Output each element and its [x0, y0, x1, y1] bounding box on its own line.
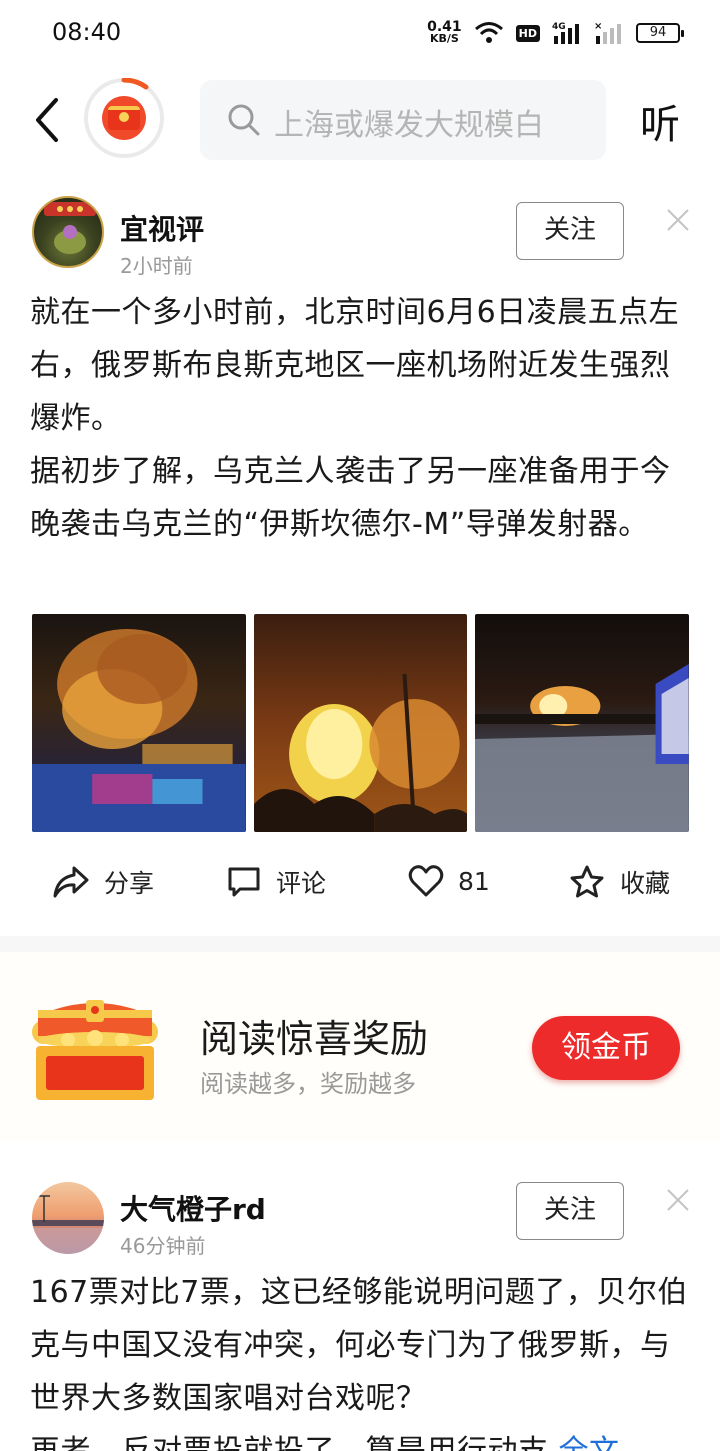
- author-avatar[interactable]: [32, 1182, 104, 1254]
- explosion-photo-icon: [32, 629, 246, 832]
- share-label: 分享: [104, 869, 155, 898]
- treasure-chest-icon: [32, 1000, 158, 1100]
- post-paragraph: 据初步了解，乌克兰人袭击了另一座准备用于今晚袭击乌克兰的“伊斯坎德尔-M”导弹发…: [30, 454, 671, 542]
- post-time: 46分钟前: [120, 1234, 206, 1258]
- post-time: 2小时前: [120, 254, 193, 278]
- follow-button[interactable]: 关注: [516, 202, 624, 260]
- reward-banner[interactable]: 阅读惊喜奖励 阅读越多，奖励越多 领金币: [0, 952, 720, 1142]
- comment-icon: [228, 867, 260, 897]
- post-image[interactable]: [475, 614, 690, 832]
- star-icon: [570, 865, 604, 898]
- follow-button[interactable]: 关注: [516, 1182, 624, 1240]
- post-image-grid: [32, 614, 690, 832]
- avatar-image-icon: [44, 202, 96, 254]
- favorite-label: 收藏: [620, 869, 671, 898]
- reward-title: 阅读惊喜奖励: [200, 1017, 429, 1061]
- close-icon[interactable]: [664, 1186, 692, 1214]
- post-paragraph: 167票对比7票，这已经够能说明问题了，贝尔伯克与中国又没有冲突，何必专门为了俄…: [30, 1275, 688, 1416]
- post-text[interactable]: 167票对比7票，这已经够能说明问题了，贝尔伯克与中国又没有冲突，何必专门为了俄…: [30, 1266, 694, 1451]
- explosion-photo-icon: [475, 664, 690, 832]
- share-button[interactable]: 分享: [52, 864, 154, 900]
- post-image[interactable]: [32, 614, 246, 832]
- author-name[interactable]: 大气橙子rd: [120, 1188, 266, 1228]
- reward-subtitle: 阅读越多，奖励越多: [200, 1070, 416, 1098]
- author-avatar[interactable]: [32, 196, 104, 268]
- comment-label: 评论: [276, 869, 327, 898]
- avatar-image-icon: [32, 1195, 104, 1254]
- read-more-link[interactable]: 全文: [559, 1434, 620, 1451]
- post-text[interactable]: 就在一个多小时前，北京时间6月6日凌晨五点左右，俄罗斯布良斯克地区一座机场附近发…: [30, 286, 694, 551]
- share-icon: [53, 866, 89, 898]
- favorite-button[interactable]: 收藏: [568, 864, 670, 900]
- like-count: 81: [458, 866, 490, 896]
- action-bar: 分享 评论 81 收藏: [0, 850, 720, 920]
- post-card: 宜视评 2小时前 关注 就在一个多小时前，北京时间6月6日凌晨五点左右，俄罗斯布…: [0, 0, 720, 936]
- comment-button[interactable]: 评论: [226, 864, 326, 900]
- section-divider: [0, 936, 720, 952]
- close-icon[interactable]: [664, 206, 692, 234]
- explosion-photo-icon: [253, 673, 468, 832]
- claim-coins-button[interactable]: 领金币: [532, 1016, 680, 1080]
- post-image[interactable]: [253, 614, 468, 832]
- author-name[interactable]: 宜视评: [120, 208, 204, 248]
- heart-icon: [408, 865, 444, 897]
- like-button[interactable]: 81: [408, 864, 490, 898]
- post-paragraph: 就在一个多小时前，北京时间6月6日凌晨五点左右，俄罗斯布良斯克地区一座机场附近发…: [30, 295, 680, 436]
- post-paragraph: 再者，反对票投就投了，算是用行动支: [30, 1434, 549, 1451]
- post-paragraph-truncated: 再者，反对票投就投了，算是用行动支 全文: [30, 1425, 694, 1451]
